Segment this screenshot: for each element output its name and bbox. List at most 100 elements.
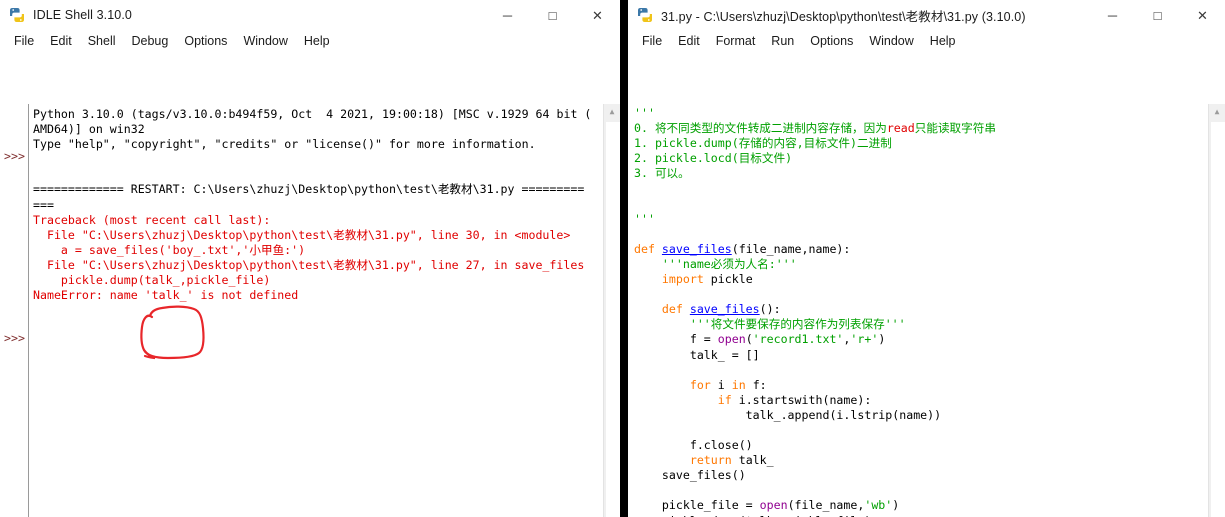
code-token: 'record1.txt' <box>752 332 844 347</box>
shell-menu-shell[interactable]: Shell <box>80 32 124 50</box>
editor-maximize-button[interactable]: □ <box>1135 0 1180 30</box>
shell-scrollbar-thumb[interactable] <box>605 121 620 517</box>
shell-output-pane[interactable]: >>> >>> Python 3.10.0 (tags/v3.10.0:b494… <box>0 104 620 517</box>
code-token: import <box>661 272 704 287</box>
shell-gutter-divider <box>28 104 29 517</box>
shell-menu-options[interactable]: Options <box>176 32 235 50</box>
idle-editor-window[interactable]: 31.py - C:\Users\zhuzj\Desktop\python\te… <box>628 0 1225 517</box>
code-token: 只能读取字符串 <box>914 121 996 136</box>
code-token: '''name必须为人名:''' <box>634 256 797 271</box>
shell-minimize-button[interactable]: ─ <box>485 0 530 30</box>
maximize-icon: □ <box>548 7 557 23</box>
code-token: 'wb' <box>864 498 893 513</box>
scroll-up-icon[interactable]: ▲ <box>604 104 620 120</box>
shell-menu-debug[interactable]: Debug <box>124 32 177 50</box>
editor-menu-edit[interactable]: Edit <box>670 32 708 50</box>
code-token: pickle <box>703 272 753 287</box>
code-token: talk_ = [] <box>634 347 760 362</box>
editor-scrollbar-thumb[interactable] <box>1210 121 1225 517</box>
shell-vertical-scrollbar[interactable]: ▲ <box>603 104 620 517</box>
editor-menubar[interactable]: File Edit Format Run Options Window Help <box>628 30 1225 52</box>
code-token: pickle_file = <box>634 498 760 513</box>
code-token: save_files <box>689 302 760 317</box>
editor-close-button[interactable]: ✕ <box>1180 0 1225 30</box>
code-token: Type "help", "copyright", "credits" or "… <box>33 137 536 152</box>
shell-close-button[interactable]: ✕ <box>575 0 620 30</box>
code-line: def save_files(file_name,name): <box>634 242 996 257</box>
shell-code-text: Python 3.10.0 (tags/v3.10.0:b494f59, Oct… <box>33 107 591 303</box>
code-line: import pickle <box>634 272 996 287</box>
code-line: 3. 可以。 <box>634 166 996 181</box>
code-token: f = <box>634 332 718 347</box>
code-line: talk_.append(i.lstrip(name)) <box>634 408 996 423</box>
code-line: Type "help", "copyright", "credits" or "… <box>33 137 591 152</box>
code-line: if i.startswith(name): <box>634 393 996 408</box>
editor-caption-buttons: ─ □ ✕ <box>1090 0 1225 30</box>
shell-menu-help[interactable]: Help <box>296 32 338 50</box>
shell-menu-window[interactable]: Window <box>235 32 295 50</box>
minimize-icon: ─ <box>502 7 513 23</box>
code-token: 2. pickle.locd(目标文件) <box>634 151 793 166</box>
code-token: 0. 将不同类型的文件转成二进制内容存储，因为 <box>634 121 887 136</box>
editor-menu-file[interactable]: File <box>634 32 670 50</box>
code-token: for <box>689 377 711 392</box>
code-line: File "C:\Users\zhuzj\Desktop\python\test… <box>33 258 591 273</box>
code-line: ''' <box>634 106 996 121</box>
idle-shell-window[interactable]: IDLE Shell 3.10.0 ─ □ ✕ File Edit Shell … <box>0 0 620 517</box>
close-icon: ✕ <box>592 7 603 23</box>
code-line: === <box>33 198 591 213</box>
code-token: pickle.dump(talk_,pickle_file) <box>634 514 871 517</box>
maximize-icon: □ <box>1153 7 1162 23</box>
editor-code-pane[interactable]: ''' 0. 将不同类型的文件转成二进制内容存储，因为read只能读取字符串 1. … <box>628 104 1225 517</box>
code-line: return talk_ <box>634 453 996 468</box>
shell-maximize-button[interactable]: □ <box>530 0 575 30</box>
code-token: (): <box>759 302 781 317</box>
shell-caption-buttons: ─ □ ✕ <box>485 0 620 30</box>
editor-menu-run[interactable]: Run <box>763 32 802 50</box>
code-line: Traceback (most recent call last): <box>33 213 591 228</box>
code-token: '''将文件要保存的内容作为列表保存''' <box>634 317 906 332</box>
code-token: AMD64)] on win32 <box>33 122 145 137</box>
scroll-up-icon[interactable]: ▲ <box>1209 104 1225 120</box>
code-line: pickle_file = open(file_name,'wb') <box>634 498 996 513</box>
code-token: ''' <box>634 211 655 226</box>
shell-menu-file[interactable]: File <box>6 32 42 50</box>
minimize-icon: ─ <box>1107 7 1118 23</box>
editor-titlebar[interactable]: 31.py - C:\Users\zhuzj\Desktop\python\te… <box>628 0 1225 30</box>
editor-menu-options[interactable]: Options <box>802 32 861 50</box>
code-line: 0. 将不同类型的文件转成二进制内容存储，因为read只能读取字符串 <box>634 121 996 136</box>
editor-minimize-button[interactable]: ─ <box>1090 0 1135 30</box>
editor-menu-window[interactable]: Window <box>861 32 921 50</box>
code-token: 1. pickle.dump(存储的内容,目标文件)二进制 <box>634 136 892 151</box>
code-line: Python 3.10.0 (tags/v3.10.0:b494f59, Oct… <box>33 107 591 122</box>
code-line: for i in f: <box>634 378 996 393</box>
editor-menu-format[interactable]: Format <box>708 32 764 50</box>
code-token: ''' <box>634 106 655 120</box>
code-token: pickle.dump(talk_,pickle_file) <box>33 273 271 288</box>
shell-menu-edit[interactable]: Edit <box>42 32 80 50</box>
shell-prompt-2: >>> <box>4 330 25 345</box>
code-line: a = save_files('boy_.txt','小甲鱼:') <box>33 243 591 258</box>
red-hand-drawn-circle-annotation <box>140 305 205 360</box>
code-token: talk_.append(i.lstrip(name)) <box>634 407 942 422</box>
code-token: if <box>717 392 732 407</box>
code-line: ''' <box>634 212 996 227</box>
shell-menubar[interactable]: File Edit Shell Debug Options Window Hel… <box>0 30 620 52</box>
editor-menu-help[interactable]: Help <box>922 32 964 50</box>
editor-title: 31.py - C:\Users\zhuzj\Desktop\python\te… <box>661 9 1026 24</box>
shell-titlebar[interactable]: IDLE Shell 3.10.0 ─ □ ✕ <box>0 0 620 30</box>
code-token: open <box>759 498 788 513</box>
code-line: ============= RESTART: C:\Users\zhuzj\De… <box>33 182 591 197</box>
shell-title: IDLE Shell 3.10.0 <box>33 8 132 22</box>
editor-vertical-scrollbar[interactable]: ▲ <box>1208 104 1225 517</box>
